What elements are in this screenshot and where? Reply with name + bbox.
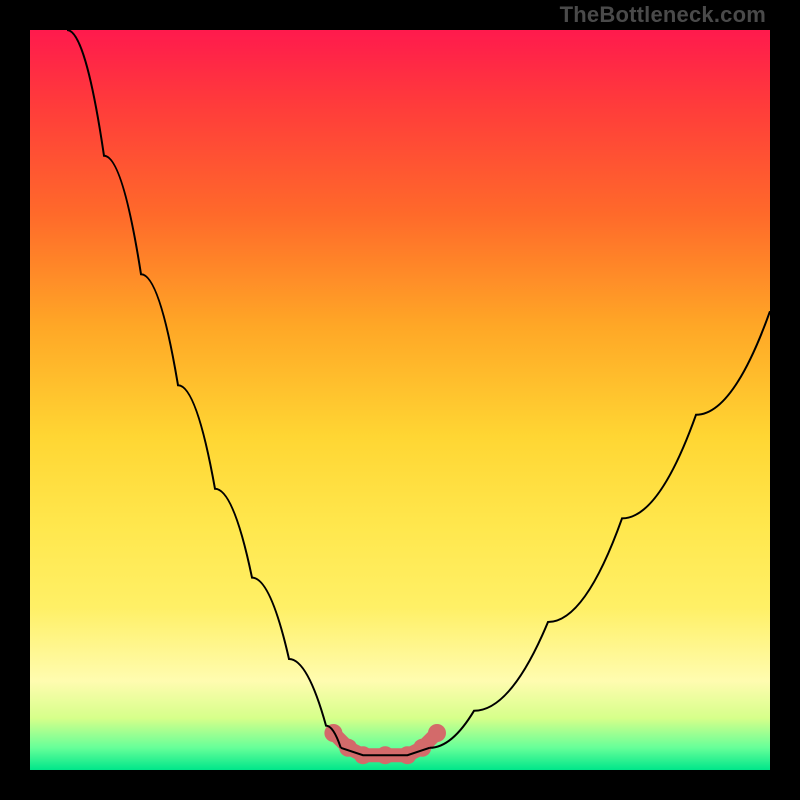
plot-area [30, 30, 770, 770]
optimal-zone-dot [428, 724, 446, 742]
pink-highlight-group [324, 724, 446, 764]
bottleneck-curve-svg [30, 30, 770, 770]
optimal-zone-dots [324, 724, 446, 764]
right-branch-line [430, 311, 770, 748]
watermark-text: TheBottleneck.com [560, 4, 766, 26]
left-branch-line [67, 30, 341, 748]
outer-frame: TheBottleneck.com [0, 0, 800, 800]
